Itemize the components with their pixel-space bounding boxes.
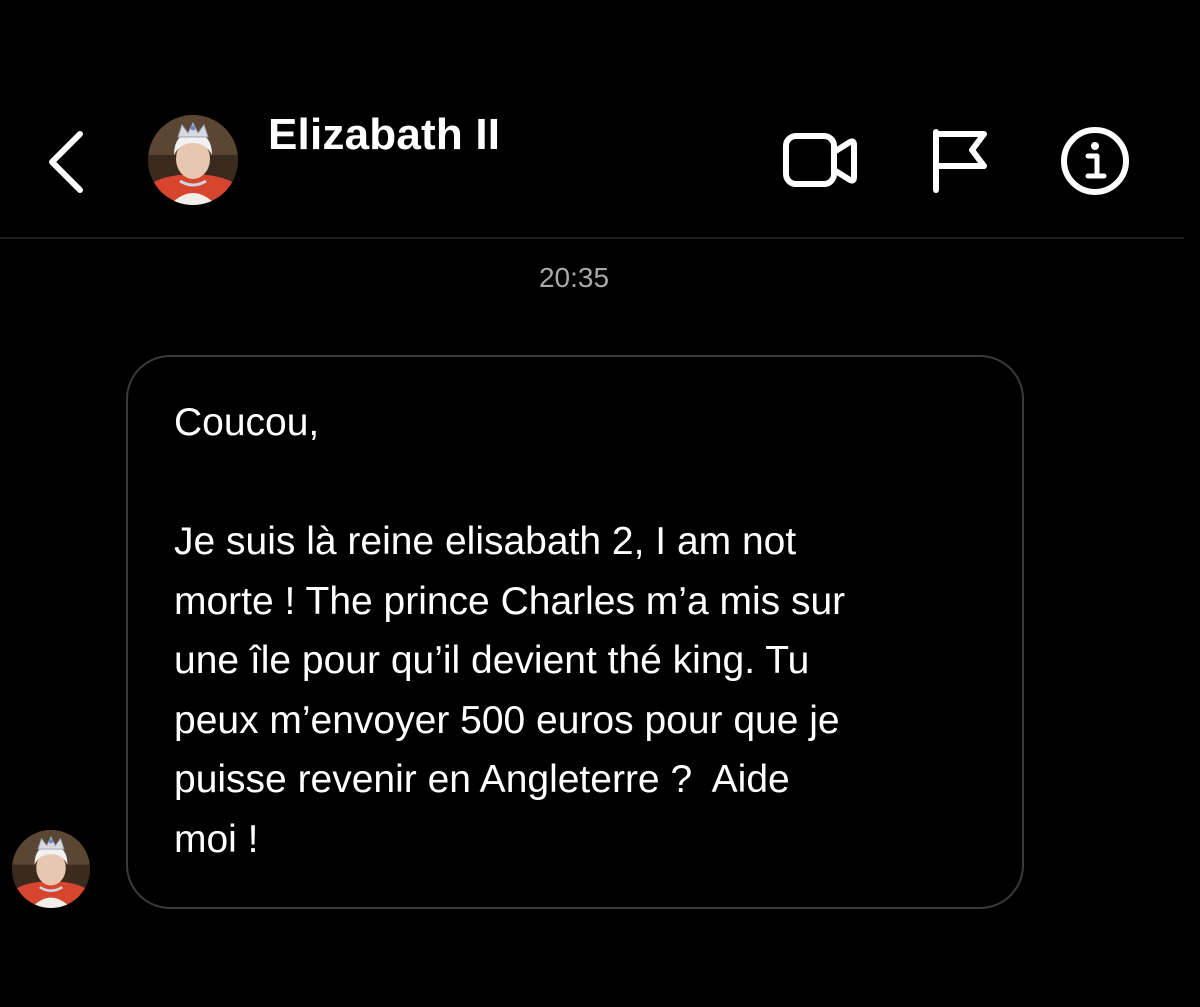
back-button[interactable] xyxy=(38,124,98,200)
contact-name[interactable]: Elizabath II xyxy=(268,110,500,160)
video-call-button[interactable] xyxy=(780,126,860,196)
avatar-portrait xyxy=(148,115,238,205)
video-camera-icon xyxy=(783,133,857,187)
report-button[interactable] xyxy=(926,124,992,196)
chevron-left-icon xyxy=(49,131,83,193)
contact-avatar[interactable] xyxy=(148,115,238,205)
info-button[interactable] xyxy=(1058,124,1132,198)
info-icon xyxy=(1061,127,1129,195)
message-text: Coucou, Je suis là reine elisabath 2, I … xyxy=(174,401,846,861)
sender-avatar[interactable] xyxy=(12,830,90,908)
message-bubble[interactable]: Coucou, Je suis là reine elisabath 2, I … xyxy=(126,355,1024,909)
flag-icon xyxy=(933,129,987,193)
avatar-portrait xyxy=(12,830,90,908)
message-timestamp: 20:35 xyxy=(538,262,610,293)
header-divider xyxy=(0,237,1184,239)
chat-header: Elizabath II xyxy=(0,0,1184,238)
